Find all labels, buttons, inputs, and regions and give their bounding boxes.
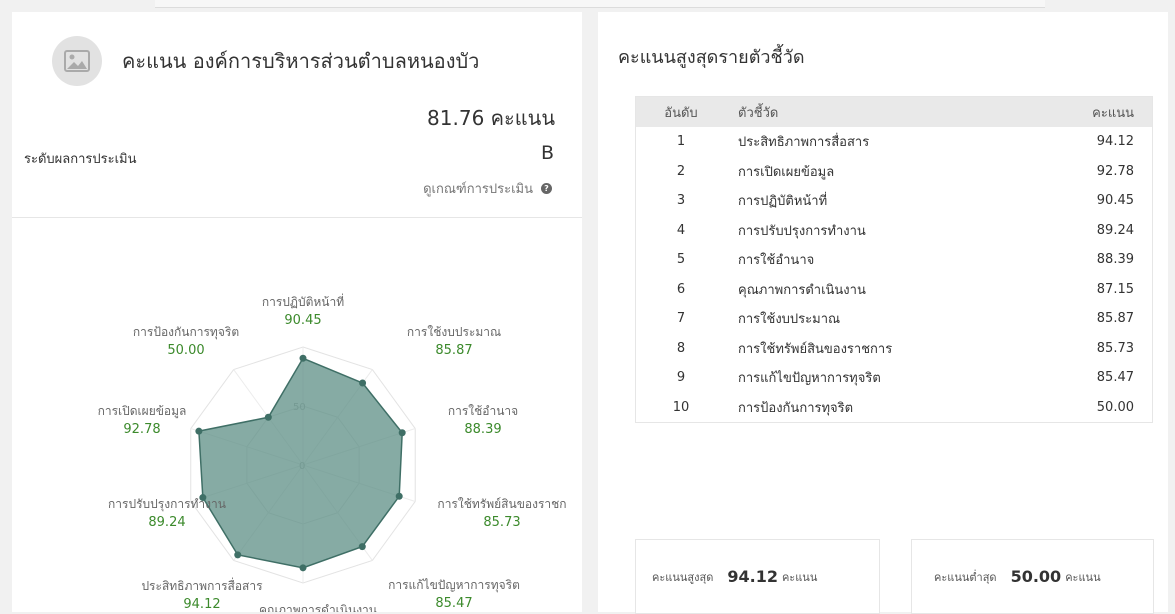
radar-value-label: 85.47 [435, 596, 472, 611]
row-rank: 2 [676, 163, 686, 179]
radar-axis-label: ประสิทธิภาพการสื่อสาร [141, 577, 263, 593]
table-row: 7 การใช้งบประมาณ 85.87 [636, 304, 1152, 334]
row-rank: 6 [676, 281, 686, 297]
table-row: 2 การเปิดเผยข้อมูล 92.78 [636, 157, 1152, 187]
max-score-box: คะแนนสูงสุด 94.12 คะแนน [635, 539, 880, 614]
radar-point [299, 564, 307, 572]
table-row: 6 คุณภาพการดำเนินงาน 87.15 [636, 275, 1152, 305]
row-indicator: การใช้งบประมาณ [738, 312, 841, 328]
table-row: 3 การปฏิบัติหน้าที่ 90.45 [636, 186, 1152, 216]
row-rank: 10 [672, 399, 690, 415]
row-score: 90.45 [1096, 193, 1134, 209]
row-rank: 7 [676, 311, 686, 327]
row-score: 85.87 [1096, 311, 1134, 327]
row-indicator: การปรับปรุงการทำงาน [738, 223, 866, 239]
ranking-card: คะแนนสูงสุดรายตัวชี้วัด อันดับ ตัวชี้วัด… [598, 12, 1168, 614]
table-row: 10 การป้องกันการทุจริต 50.00 [636, 393, 1152, 423]
radar-series-area [198, 357, 403, 569]
row-rank: 8 [676, 340, 686, 356]
radar-axis-label: การป้องกันการทุจริต [133, 325, 239, 340]
row-score: 88.39 [1096, 252, 1134, 268]
radar-axis-label: การใช้งบประมาณ [407, 325, 501, 339]
org-title: คะแนน องค์การบริหารส่วนตำบลหนองบัว [122, 49, 480, 73]
min-score-value: 50.00 [1010, 567, 1062, 586]
max-score-label: คะแนนสูงสุด [652, 570, 714, 584]
radar-axis-label: การใช้อำนาจ [448, 404, 518, 418]
row-indicator: การใช้อำนาจ [738, 253, 815, 269]
radar-point [359, 379, 367, 387]
radar-axis-label: การใช้ทรัพย์สินของราชก [437, 497, 566, 511]
max-score-unit: คะแนน [781, 570, 818, 584]
table-header: อันดับ ตัวชี้วัด คะแนน [636, 97, 1152, 127]
radar-chart: 500การปฏิบัติหน้าที่90.45การใช้งบประมาณ8… [98, 293, 567, 612]
row-score: 92.78 [1096, 163, 1134, 179]
score-card: คะแนน องค์การบริหารส่วนตำบลหนองบัว 81.76… [12, 12, 582, 612]
radar-axis-label: การเปิดเผยข้อมูล [98, 404, 187, 419]
radar-value-label: 85.73 [483, 515, 520, 530]
min-score-box: คะแนนต่ำสุด 50.00 คะแนน [911, 539, 1154, 614]
radar-value-label: 92.78 [123, 422, 160, 437]
radar-value-label: 50.00 [167, 343, 204, 358]
col-score: คะแนน [1092, 105, 1134, 121]
ranking-table: อันดับ ตัวชี้วัด คะแนน 1 ประสิทธิภาพการสื… [635, 96, 1153, 423]
radar-value-label: 90.45 [284, 313, 321, 328]
org-header: คะแนน องค์การบริหารส่วนตำบลหนองบัว [52, 36, 479, 86]
row-rank: 1 [676, 134, 686, 150]
radar-point [299, 354, 307, 362]
radar-value-label: 85.87 [435, 343, 472, 358]
row-score: 89.24 [1096, 222, 1134, 238]
radar-value-label: 89.24 [148, 515, 185, 530]
row-rank: 4 [676, 222, 686, 238]
radar-point [264, 413, 272, 421]
row-score: 50.00 [1096, 399, 1134, 415]
max-score-value: 94.12 [727, 567, 778, 586]
row-score: 94.12 [1096, 134, 1134, 150]
table-row: 1 ประสิทธิภาพการสื่อสาร 94.12 [636, 127, 1152, 157]
radar-value-label: 88.39 [464, 422, 501, 437]
row-score: 85.73 [1096, 340, 1134, 356]
table-row: 5 การใช้อำนาจ 88.39 [636, 245, 1152, 275]
row-score: 85.47 [1096, 370, 1134, 386]
radar-axis-label: การแก้ไขปัญหาการทุจริต [388, 578, 520, 593]
avatar [52, 36, 102, 86]
col-indicator: ตัวชี้วัด [738, 105, 779, 121]
criteria-link[interactable]: ดูเกณฑ์การประเมิน ? [423, 178, 552, 199]
row-indicator: การใช้ทรัพย์สินของราชการ [738, 341, 893, 357]
min-score-unit: คะแนน [1065, 570, 1101, 584]
level-label: ระดับผลการประเมิน [24, 152, 137, 167]
row-indicator: การป้องกันการทุจริต [738, 400, 854, 416]
radar-point [195, 427, 203, 435]
row-indicator: การเปิดเผยข้อมูล [738, 164, 835, 180]
table-row: 8 การใช้ทรัพย์สินของราชการ 85.73 [636, 334, 1152, 364]
row-score: 87.15 [1096, 281, 1134, 297]
row-indicator: การปฏิบัติหน้าที่ [738, 194, 828, 210]
ranking-title: คะแนนสูงสุดรายตัวชี้วัด [618, 47, 805, 68]
row-indicator: การแก้ไขปัญหาการทุจริต [738, 371, 881, 387]
radar-point [234, 551, 242, 559]
criteria-link-label: ดูเกณฑ์การประเมิน [423, 182, 533, 197]
radar-point [395, 492, 403, 500]
radar-point [398, 429, 406, 437]
help-icon[interactable]: ? [541, 183, 552, 194]
radar-axis-label: การปฏิบัติหน้าที่ [262, 293, 344, 309]
radar-value-label: 94.12 [183, 597, 220, 612]
min-score-label: คะแนนต่ำสุด [934, 570, 997, 584]
table-row: 4 การปรับปรุงการทำงาน 89.24 [636, 216, 1152, 246]
row-rank: 5 [676, 252, 686, 268]
image-placeholder-icon [64, 50, 90, 72]
radar-point [358, 543, 366, 551]
row-indicator: ประสิทธิภาพการสื่อสาร [738, 135, 870, 151]
row-rank: 3 [676, 193, 686, 209]
col-rank: อันดับ [664, 105, 698, 121]
total-score: 81.76 คะแนน [427, 106, 555, 130]
top-bar [155, 0, 1045, 8]
row-rank: 9 [676, 370, 686, 386]
level-value: B [540, 142, 554, 164]
table-row: 9 การแก้ไขปัญหาการทุจริต 85.47 [636, 363, 1152, 393]
row-indicator: คุณภาพการดำเนินงาน [738, 282, 866, 298]
radar-axis-label: การปรับปรุงการทำงาน [108, 497, 226, 512]
